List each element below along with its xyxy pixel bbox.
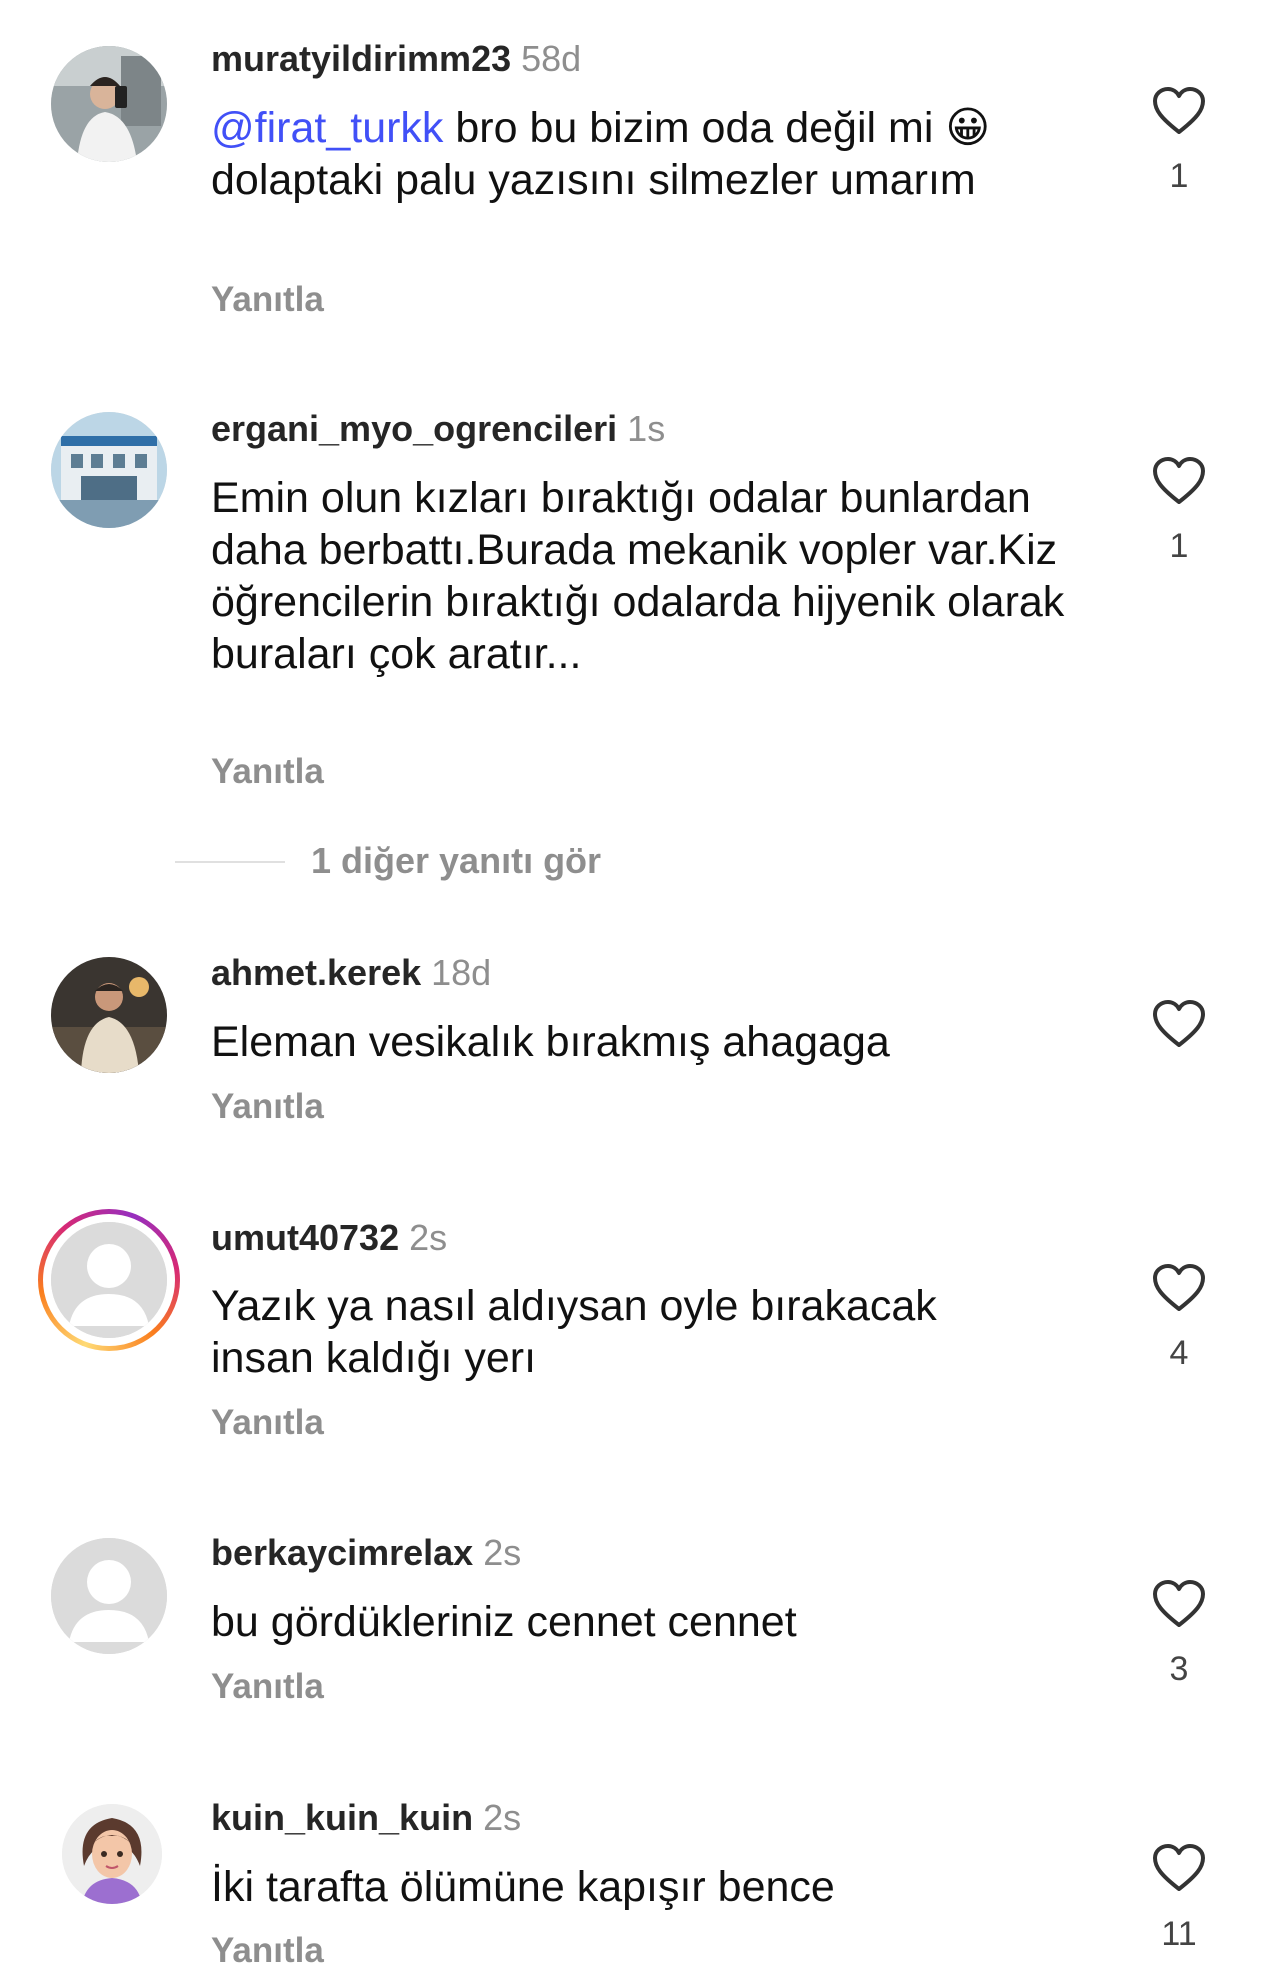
heart-outline-icon[interactable] bbox=[1151, 86, 1207, 136]
avatar[interactable] bbox=[51, 46, 167, 162]
heart-outline-icon[interactable] bbox=[1151, 1579, 1207, 1629]
heart-outline-icon[interactable] bbox=[1151, 456, 1207, 506]
divider bbox=[175, 861, 285, 863]
avatar[interactable] bbox=[51, 1222, 167, 1338]
like-count: 4 bbox=[1169, 1334, 1189, 1372]
comment-time: 2s bbox=[483, 1532, 522, 1573]
avatar[interactable] bbox=[62, 1804, 162, 1904]
reply-button[interactable]: Yanıtla bbox=[211, 1403, 324, 1443]
comment-header: ergani_myo_ogrencileri 1s bbox=[211, 408, 665, 450]
like-count: 1 bbox=[1169, 157, 1189, 195]
view-more-replies-button[interactable]: 1 diğer yanıtı gör bbox=[311, 840, 601, 882]
username[interactable]: umut40732 bbox=[211, 1217, 399, 1258]
username[interactable]: muratyildirimm23 bbox=[211, 38, 511, 79]
reply-button[interactable]: Yanıtla bbox=[211, 752, 324, 792]
reply-button[interactable]: Yanıtla bbox=[211, 1931, 324, 1971]
comment-time: 1s bbox=[627, 408, 666, 449]
reply-button[interactable]: Yanıtla bbox=[211, 280, 324, 320]
comment-time: 2s bbox=[409, 1217, 448, 1258]
comment-text: @firat_turkk bro bu bizim oda değil mi 😀… bbox=[211, 102, 1091, 206]
username[interactable]: ergani_myo_ogrencileri bbox=[211, 408, 617, 449]
comment-header: berkaycimrelax 2s bbox=[211, 1532, 521, 1574]
comment-header: umut40732 2s bbox=[211, 1217, 447, 1259]
avatar[interactable] bbox=[51, 412, 167, 528]
reply-button[interactable]: Yanıtla bbox=[211, 1667, 324, 1707]
username[interactable]: berkaycimrelax bbox=[211, 1532, 473, 1573]
comment-time: 18d bbox=[431, 952, 492, 993]
reply-button[interactable]: Yanıtla bbox=[211, 1087, 324, 1127]
like-count: 11 bbox=[1161, 1915, 1197, 1953]
comment-text: Yazık ya nasıl aldıysan oyle bırakacak i… bbox=[211, 1282, 937, 1382]
username[interactable]: kuin_kuin_kuin bbox=[211, 1797, 473, 1838]
heart-outline-icon[interactable] bbox=[1151, 999, 1207, 1049]
story-ring[interactable] bbox=[38, 1209, 180, 1351]
comment-text: bu gördükleriniz cennet cennet bbox=[211, 1598, 797, 1646]
comment-text: Eleman vesikalık bırakmış ahagaga bbox=[211, 1018, 890, 1066]
avatar[interactable] bbox=[51, 957, 167, 1073]
username[interactable]: ahmet.kerek bbox=[211, 952, 421, 993]
mention-link[interactable]: @firat_turkk bbox=[211, 104, 443, 152]
comment-header: kuin_kuin_kuin 2s bbox=[211, 1797, 521, 1839]
comment-text: İki tarafta ölümüne kapışır bence bbox=[211, 1863, 835, 1911]
comment-text: Emin olun kızları bıraktığı odalar bunla… bbox=[211, 474, 1065, 678]
comment-time: 58d bbox=[521, 38, 582, 79]
comment-header: ahmet.kerek 18d bbox=[211, 952, 491, 994]
comment-time: 2s bbox=[483, 1797, 522, 1838]
heart-outline-icon[interactable] bbox=[1151, 1843, 1207, 1893]
heart-outline-icon[interactable] bbox=[1151, 1263, 1207, 1313]
like-count: 3 bbox=[1169, 1650, 1189, 1688]
comment-header: muratyildirimm23 58d bbox=[211, 38, 581, 80]
avatar[interactable] bbox=[51, 1538, 167, 1654]
like-count: 1 bbox=[1169, 527, 1189, 565]
